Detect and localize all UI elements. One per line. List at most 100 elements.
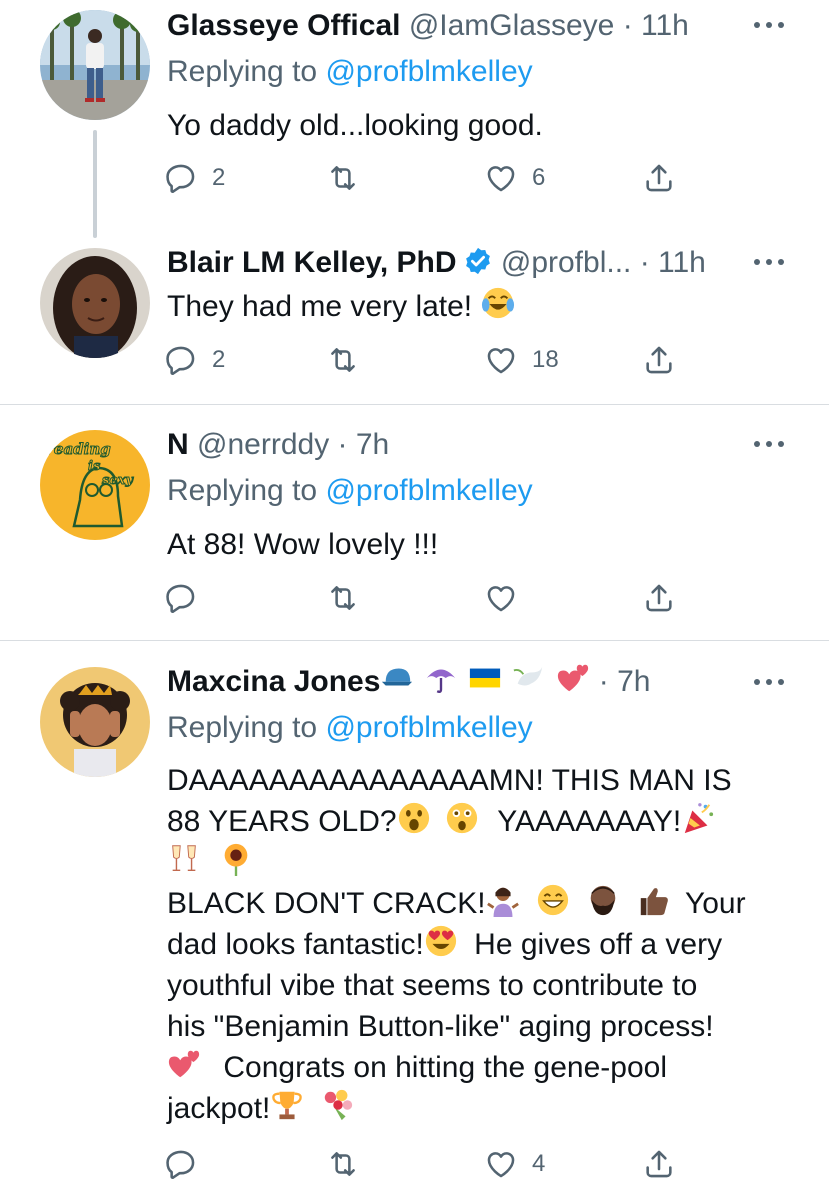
avatar-illustration: reading is sexy (40, 430, 150, 540)
more-icon[interactable] (752, 19, 786, 31)
text-line (167, 842, 787, 883)
reply-button[interactable]: 2 (164, 158, 225, 198)
like-count: 18 (532, 346, 559, 373)
avatar-text-reading: reading (46, 440, 111, 458)
avatar-nerrddy[interactable]: reading is sexy (40, 430, 150, 540)
reply-button[interactable]: 2 (164, 340, 225, 380)
share-icon (642, 343, 676, 377)
display-name[interactable]: N (167, 428, 189, 461)
divider (0, 640, 829, 641)
tweet-text: At 88! Wow lovely !!! (167, 528, 439, 561)
display-name[interactable]: Glasseye Offical (167, 9, 400, 42)
text-line: his "Benjamin Button-like" aging process… (167, 1010, 714, 1043)
user-handle[interactable]: @IamGlasseye (409, 9, 615, 42)
tweet-text-content: They had me very late! (167, 290, 473, 323)
like-button[interactable] (484, 578, 532, 618)
replying-label: Replying to (167, 711, 318, 744)
timestamp[interactable]: · 11h (640, 246, 706, 279)
replying-to-link[interactable]: @profblmkelley (325, 711, 532, 744)
heart-icon (484, 1147, 518, 1181)
timestamp[interactable]: · 7h (599, 665, 651, 698)
avatar-glasseye[interactable] (40, 10, 150, 120)
reply-button[interactable] (164, 1144, 212, 1184)
tweet-header: Blair LM Kelley, PhD @profbl... · 11h (167, 243, 706, 283)
clinking-glasses-emoji-icon (172, 845, 196, 872)
blue-cap-emoji-icon (382, 668, 413, 686)
text-line: jackpot! (167, 1088, 787, 1129)
replying-to: Replying to @profblmkelley (167, 708, 533, 748)
more-icon[interactable] (752, 676, 786, 688)
avatar-text-sexy: sexy (102, 473, 134, 488)
share-button[interactable] (642, 340, 676, 380)
display-name[interactable]: Maxcina Jones (167, 665, 380, 698)
text-fragment: BLACK DON'T CRACK! (167, 887, 486, 920)
text-fragment: YAAAAAAAY! (497, 805, 682, 838)
user-handle[interactable]: @profbl... (501, 246, 632, 279)
person-shrugging-emoji-icon (486, 887, 519, 917)
divider (0, 404, 829, 405)
replying-label: Replying to (167, 55, 318, 88)
retweet-button[interactable] (326, 158, 374, 198)
tweet-header: Maxcina Jones · 7h (167, 661, 650, 702)
bearded-person-emoji-icon (590, 885, 616, 916)
reply-icon (164, 161, 198, 195)
like-count: 6 (532, 164, 546, 191)
text-fragment: jackpot! (167, 1092, 271, 1125)
share-icon (642, 1147, 676, 1181)
reply-icon (164, 581, 198, 615)
share-icon (642, 581, 676, 615)
user-handle[interactable]: @nerrddy (197, 428, 329, 461)
retweet-icon (326, 343, 360, 377)
reply-count: 2 (212, 346, 226, 373)
replying-to-link[interactable]: @profblmkelley (325, 55, 532, 88)
avatar-maxcina[interactable] (40, 667, 150, 777)
heart-icon (484, 161, 518, 195)
like-button[interactable]: 4 (484, 1144, 545, 1184)
reply-count: 2 (212, 164, 226, 191)
text-line: dad looks fantastic! He gives off a very (167, 924, 787, 965)
thumbs-up-emoji-icon (640, 888, 668, 916)
more-icon[interactable] (752, 256, 786, 268)
like-button[interactable]: 6 (484, 158, 545, 198)
timestamp[interactable]: · 7h (338, 428, 390, 461)
reply-button[interactable] (164, 578, 212, 618)
display-name[interactable]: Blair LM Kelley, PhD (167, 246, 457, 279)
replying-label: Replying to (167, 474, 318, 507)
text-fragment: dad looks fantastic! (167, 928, 424, 961)
thread-line (93, 130, 97, 238)
umbrella-emoji-icon (427, 669, 456, 694)
avatar-blair[interactable] (40, 248, 150, 358)
share-button[interactable] (642, 158, 676, 198)
more-icon[interactable] (752, 438, 786, 450)
retweet-button[interactable] (326, 340, 374, 380)
tweet-actions: 2 6 (164, 158, 704, 198)
verified-badge-icon (465, 247, 490, 275)
party-popper-emoji-icon (685, 803, 714, 834)
text-fragment: Your (684, 887, 746, 920)
two-hearts-emoji-icon (558, 664, 589, 692)
text-fragment: Congrats on hitting the gene-pool (223, 1051, 667, 1084)
text-fragment: He gives off a very (474, 928, 723, 961)
text-fragment: 88 YEARS OLD? (167, 805, 397, 838)
replying-to: Replying to @profblmkelley (167, 52, 533, 92)
retweet-icon (326, 581, 360, 615)
retweet-icon (326, 161, 360, 195)
share-icon (642, 161, 676, 195)
tweet-text: DAAAAAAAAAAAAAAAMN! THIS MAN IS 88 YEARS… (167, 760, 787, 1129)
retweet-button[interactable] (326, 1144, 374, 1184)
share-button[interactable] (642, 1144, 676, 1184)
avatar-photo (40, 10, 150, 120)
reply-icon (164, 343, 198, 377)
retweet-button[interactable] (326, 578, 374, 618)
avatar-photo (40, 248, 150, 358)
share-button[interactable] (642, 578, 676, 618)
tears-of-joy-emoji-icon (481, 287, 514, 319)
replying-to-link[interactable]: @profblmkelley (325, 474, 532, 507)
heart-icon (484, 581, 518, 615)
like-button[interactable]: 18 (484, 340, 559, 380)
avatar-illustration (40, 667, 150, 777)
tweet-text: Yo daddy old...looking good. (167, 109, 543, 142)
timestamp[interactable]: · 11h (623, 9, 689, 42)
tweet-text: They had me very late! (167, 286, 787, 327)
heart-eyes-emoji-icon (425, 925, 456, 957)
